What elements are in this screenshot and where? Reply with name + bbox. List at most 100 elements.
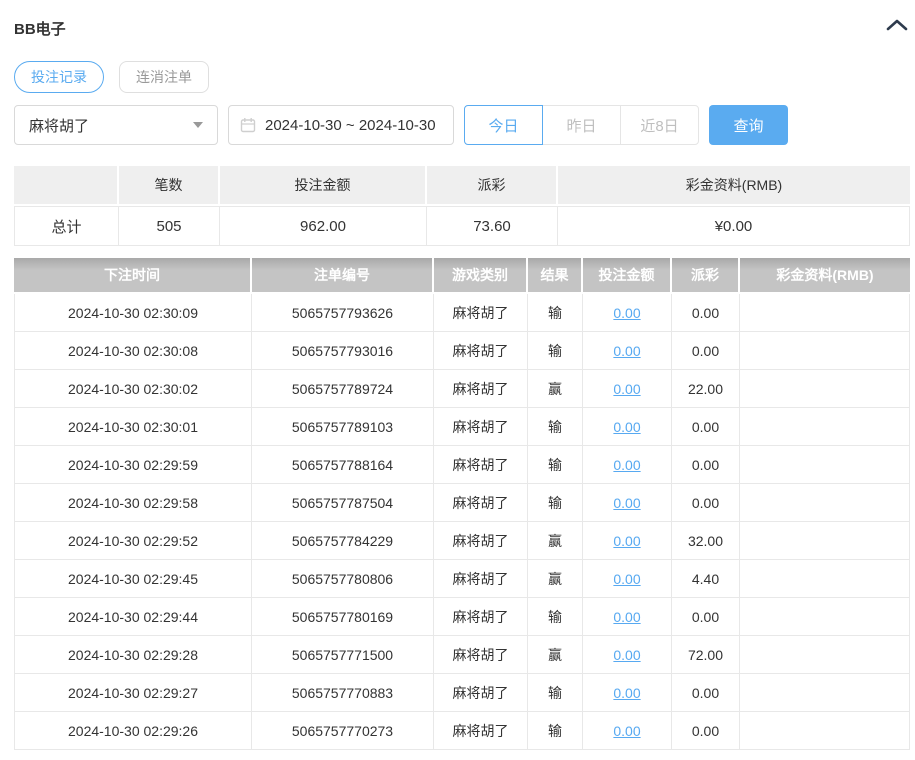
- table-row: 2024-10-30 02:30:01 5065757789103 麻将胡了 输…: [14, 408, 910, 446]
- detail-header-payout: 派彩: [672, 258, 740, 294]
- game-type: 麻将胡了: [434, 294, 528, 332]
- order-number: 5065757793016: [252, 332, 434, 370]
- detail-header-bet-time: 下注时间: [14, 258, 252, 294]
- bet-amount-link[interactable]: 0.00: [613, 419, 640, 435]
- quick-range-yesterday-button[interactable]: 昨日: [542, 105, 621, 145]
- game-type: 麻将胡了: [434, 636, 528, 674]
- order-number: 5065757784229: [252, 522, 434, 560]
- bet-time: 2024-10-30 02:29:58: [14, 484, 252, 522]
- table-row: 2024-10-30 02:29:52 5065757784229 麻将胡了 赢…: [14, 522, 910, 560]
- bet-amount-link[interactable]: 0.00: [613, 533, 640, 549]
- order-number: 5065757788164: [252, 446, 434, 484]
- bet-amount-cell: 0.00: [583, 370, 672, 408]
- bet-amount-cell: 0.00: [583, 636, 672, 674]
- table-row: 2024-10-30 02:29:28 5065757771500 麻将胡了 赢…: [14, 636, 910, 674]
- bet-amount-link[interactable]: 0.00: [613, 495, 640, 511]
- bet-amount-link[interactable]: 0.00: [613, 343, 640, 359]
- payout: 0.00: [672, 446, 740, 484]
- bet-amount-link[interactable]: 0.00: [613, 457, 640, 473]
- quick-range-group: 今日 昨日 近8日: [464, 105, 699, 145]
- bet-time: 2024-10-30 02:29:28: [14, 636, 252, 674]
- bet-amount-cell: 0.00: [583, 332, 672, 370]
- bet-time: 2024-10-30 02:29:26: [14, 712, 252, 750]
- bet-amount-cell: 0.00: [583, 522, 672, 560]
- collapse-button[interactable]: [884, 14, 910, 35]
- result: 赢: [528, 636, 583, 674]
- payout: 72.00: [672, 636, 740, 674]
- bet-amount-link[interactable]: 0.00: [613, 609, 640, 625]
- tab-cancelled-orders[interactable]: 连消注单: [119, 61, 209, 93]
- game-type: 麻将胡了: [434, 522, 528, 560]
- summary-total-label: 总计: [14, 206, 119, 246]
- summary-header-count: 笔数: [119, 166, 220, 206]
- result: 输: [528, 294, 583, 332]
- payout: 0.00: [672, 408, 740, 446]
- bet-amount-link[interactable]: 0.00: [613, 647, 640, 663]
- game-type: 麻将胡了: [434, 408, 528, 446]
- date-range-value: 2024-10-30 ~ 2024-10-30: [265, 116, 436, 134]
- bet-amount-link[interactable]: 0.00: [613, 571, 640, 587]
- summary-total-jackpot: ¥0.00: [558, 206, 910, 246]
- jackpot: [740, 522, 910, 560]
- summary-total-count: 505: [119, 206, 220, 246]
- tab-bet-records[interactable]: 投注记录: [14, 61, 104, 93]
- game-type: 麻将胡了: [434, 484, 528, 522]
- jackpot: [740, 674, 910, 712]
- summary-total-payout: 73.60: [427, 206, 558, 246]
- bet-amount-link[interactable]: 0.00: [613, 685, 640, 701]
- result: 输: [528, 332, 583, 370]
- result: 输: [528, 598, 583, 636]
- order-number: 5065757793626: [252, 294, 434, 332]
- detail-header-order-number: 注单编号: [252, 258, 434, 294]
- bet-amount-link[interactable]: 0.00: [613, 305, 640, 321]
- result: 输: [528, 712, 583, 750]
- bet-amount-cell: 0.00: [583, 408, 672, 446]
- calendar-icon: [240, 117, 256, 133]
- quick-range-last8days-button[interactable]: 近8日: [620, 105, 699, 145]
- game-type: 麻将胡了: [434, 370, 528, 408]
- bet-time: 2024-10-30 02:30:09: [14, 294, 252, 332]
- record-tabs: 投注记录 连消注单: [14, 61, 910, 93]
- detail-header-game-type: 游戏类别: [434, 258, 528, 294]
- table-row: 2024-10-30 02:30:09 5065757793626 麻将胡了 输…: [14, 294, 910, 332]
- table-row: 2024-10-30 02:29:45 5065757780806 麻将胡了 赢…: [14, 560, 910, 598]
- bet-time: 2024-10-30 02:29:44: [14, 598, 252, 636]
- summary-header-row: 笔数 投注金额 派彩 彩金资料(RMB): [14, 166, 910, 206]
- summary-header-bet-amount: 投注金额: [220, 166, 427, 206]
- detail-table: 下注时间 注单编号 游戏类别 结果 投注金额 派彩 彩金资料(RMB) 2024…: [14, 258, 910, 750]
- game-type-select[interactable]: 麻将胡了: [14, 105, 218, 145]
- bet-amount-cell: 0.00: [583, 446, 672, 484]
- game-type: 麻将胡了: [434, 598, 528, 636]
- payout: 0.00: [672, 598, 740, 636]
- bet-time: 2024-10-30 02:30:02: [14, 370, 252, 408]
- date-range-input[interactable]: 2024-10-30 ~ 2024-10-30: [228, 105, 454, 145]
- query-button[interactable]: 查询: [709, 105, 788, 145]
- payout: 0.00: [672, 674, 740, 712]
- summary-total-bet-amount: 962.00: [220, 206, 427, 246]
- payout: 0.00: [672, 294, 740, 332]
- bet-amount-link[interactable]: 0.00: [613, 381, 640, 397]
- payout: 4.40: [672, 560, 740, 598]
- order-number: 5065757770273: [252, 712, 434, 750]
- order-number: 5065757789724: [252, 370, 434, 408]
- jackpot: [740, 332, 910, 370]
- game-type: 麻将胡了: [434, 332, 528, 370]
- bet-time: 2024-10-30 02:30:08: [14, 332, 252, 370]
- bet-amount-cell: 0.00: [583, 484, 672, 522]
- panel-header: BB电子: [14, 14, 910, 44]
- summary-header-jackpot: 彩金资料(RMB): [558, 166, 910, 206]
- table-row: 2024-10-30 02:30:02 5065757789724 麻将胡了 赢…: [14, 370, 910, 408]
- page-title: BB电子: [14, 21, 66, 38]
- jackpot: [740, 408, 910, 446]
- bet-amount-cell: 0.00: [583, 712, 672, 750]
- quick-range-today-button[interactable]: 今日: [464, 105, 543, 145]
- bet-time: 2024-10-30 02:29:45: [14, 560, 252, 598]
- order-number: 5065757770883: [252, 674, 434, 712]
- bet-amount-link[interactable]: 0.00: [613, 723, 640, 739]
- payout: 0.00: [672, 484, 740, 522]
- bet-time: 2024-10-30 02:29:27: [14, 674, 252, 712]
- chevron-up-icon: [886, 19, 908, 34]
- detail-header-jackpot: 彩金资料(RMB): [740, 258, 910, 294]
- game-type: 麻将胡了: [434, 712, 528, 750]
- bet-amount-cell: 0.00: [583, 598, 672, 636]
